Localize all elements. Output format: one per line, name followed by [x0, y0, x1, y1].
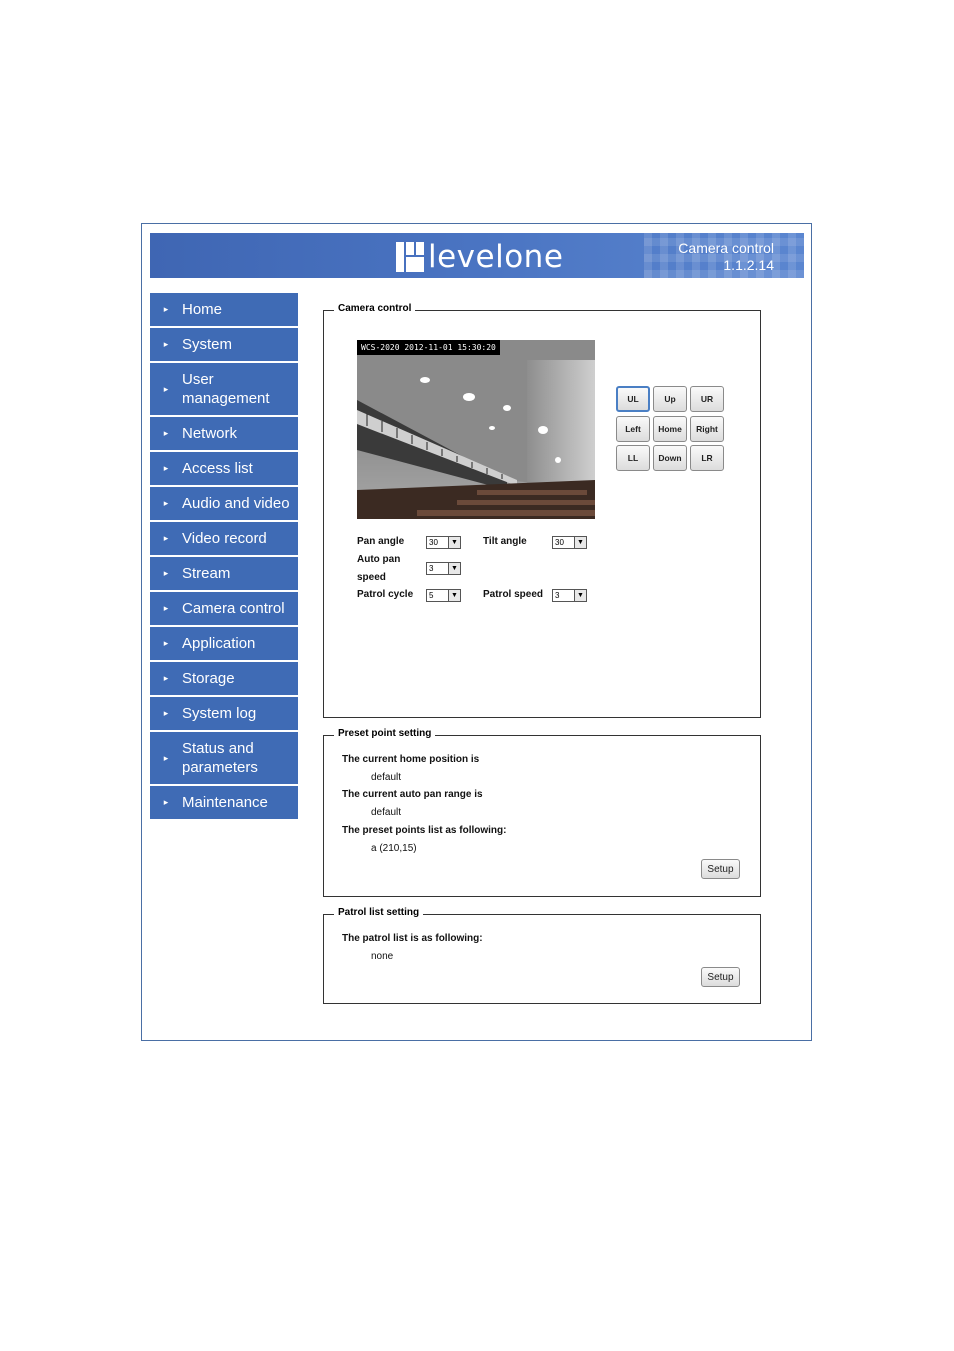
preset-point-legend: Preset point setting [334, 728, 436, 739]
tilt-angle-value: 30 [555, 538, 564, 547]
sidebar-item-maintenance[interactable]: ▸ Maintenance [150, 786, 298, 821]
chevron-down-icon: ▼ [448, 563, 460, 574]
ptz-left-button[interactable]: Left [616, 416, 650, 442]
page-title-text: Camera control [678, 240, 774, 256]
sidebar-item-video-record[interactable]: ▸ Video record [150, 522, 298, 557]
auto-pan-speed-value: 3 [429, 564, 434, 573]
tilt-angle-select[interactable]: 30 ▼ [552, 536, 587, 549]
auto-pan-speed-select[interactable]: 3 ▼ [426, 562, 461, 575]
sidebar-nav: ▸ Home ▸ System ▸ User management ▸ Network … [150, 293, 298, 821]
chevron-down-icon: ▼ [448, 590, 460, 601]
preset-list-item: a (210,15) [371, 843, 417, 854]
ptz-ul-button[interactable]: UL [616, 386, 650, 412]
tilt-angle-label: Tilt angle [483, 536, 527, 547]
auto-pan-range-label: The current auto pan range is [342, 789, 483, 800]
triangle-right-icon: ▸ [163, 463, 169, 473]
ptz-ur-button[interactable]: UR [690, 386, 724, 412]
patrol-speed-label: Patrol speed [483, 589, 544, 600]
triangle-right-icon: ▸ [163, 673, 169, 683]
ptz-lr-button[interactable]: LR [690, 445, 724, 471]
brand-name: levelone [428, 239, 564, 275]
patrol-setup-button[interactable]: Setup [701, 967, 740, 987]
chevron-down-icon: ▼ [574, 590, 586, 601]
pan-angle-select[interactable]: 30 ▼ [426, 536, 461, 549]
sidebar-item-network[interactable]: ▸ Network [150, 417, 298, 452]
triangle-right-icon: ▸ [163, 708, 169, 718]
ptz-right-button[interactable]: Right [690, 416, 724, 442]
patrol-cycle-label: Patrol cycle [357, 589, 414, 600]
page-title: Camera control 1.1.2.14 [678, 240, 774, 274]
chevron-down-icon: ▼ [574, 537, 586, 548]
patrol-list-legend: Patrol list setting [334, 907, 424, 918]
camera-live-view[interactable]: WCS-2020 2012-11-01 15:30:20 [357, 340, 595, 519]
triangle-right-icon: ▸ [163, 498, 169, 508]
auto-pan-speed-label-line1: Auto pan [357, 554, 401, 565]
home-position-label: The current home position is [342, 754, 480, 765]
patrol-speed-value: 3 [555, 591, 560, 600]
triangle-right-icon: ▸ [163, 568, 169, 578]
auto-pan-speed-label-line2: speed [357, 572, 386, 583]
triangle-right-icon: ▸ [163, 304, 169, 314]
patrol-speed-select[interactable]: 3 ▼ [552, 589, 587, 602]
pan-angle-value: 30 [429, 538, 438, 547]
home-position-value: default [371, 772, 402, 783]
sidebar-item-system-log[interactable]: ▸ System log [150, 697, 298, 732]
camera-scene [357, 340, 595, 519]
sidebar-item-access-list[interactable]: ▸ Access list [150, 452, 298, 487]
sidebar-item-home[interactable]: ▸ Home [150, 293, 298, 328]
triangle-right-icon: ▸ [163, 752, 169, 763]
triangle-right-icon: ▸ [163, 383, 169, 394]
sidebar-item-camera-control[interactable]: ▸ Camera control [150, 592, 298, 627]
triangle-right-icon: ▸ [163, 428, 169, 438]
sidebar-item-stream[interactable]: ▸ Stream [150, 557, 298, 592]
sidebar-item-system[interactable]: ▸ System [150, 328, 298, 363]
triangle-right-icon: ▸ [163, 603, 169, 613]
preset-setup-button[interactable]: Setup [701, 859, 740, 879]
camera-control-legend: Camera control [334, 303, 416, 314]
ptz-up-button[interactable]: Up [653, 386, 687, 412]
auto-pan-range-value: default [371, 807, 402, 818]
patrol-cycle-value: 5 [429, 591, 434, 600]
ptz-down-button[interactable]: Down [653, 445, 687, 471]
levelone-logo-icon [396, 242, 424, 272]
firmware-version: 1.1.2.14 [723, 257, 774, 273]
ptz-home-button[interactable]: Home [653, 416, 687, 442]
triangle-right-icon: ▸ [163, 638, 169, 648]
chevron-down-icon: ▼ [448, 537, 460, 548]
sidebar-item-user-management[interactable]: ▸ User management [150, 363, 298, 417]
triangle-right-icon: ▸ [163, 797, 169, 807]
brand-logo: levelone [396, 239, 563, 275]
sidebar-item-audio-and-video[interactable]: ▸ Audio and video [150, 487, 298, 522]
triangle-right-icon: ▸ [163, 533, 169, 543]
patrol-list-value: none [371, 951, 394, 962]
ptz-ll-button[interactable]: LL [616, 445, 650, 471]
preset-list-label: The preset points list as following: [342, 825, 507, 836]
camera-timestamp: WCS-2020 2012-11-01 15:30:20 [357, 340, 500, 355]
pan-angle-label: Pan angle [357, 536, 405, 547]
sidebar-item-application[interactable]: ▸ Application [150, 627, 298, 662]
patrol-cycle-select[interactable]: 5 ▼ [426, 589, 461, 602]
sidebar-item-status-and-parameters[interactable]: ▸ Status and parameters [150, 732, 298, 786]
triangle-right-icon: ▸ [163, 339, 169, 349]
sidebar-item-storage[interactable]: ▸ Storage [150, 662, 298, 697]
patrol-list-label: The patrol list is as following: [342, 933, 483, 944]
